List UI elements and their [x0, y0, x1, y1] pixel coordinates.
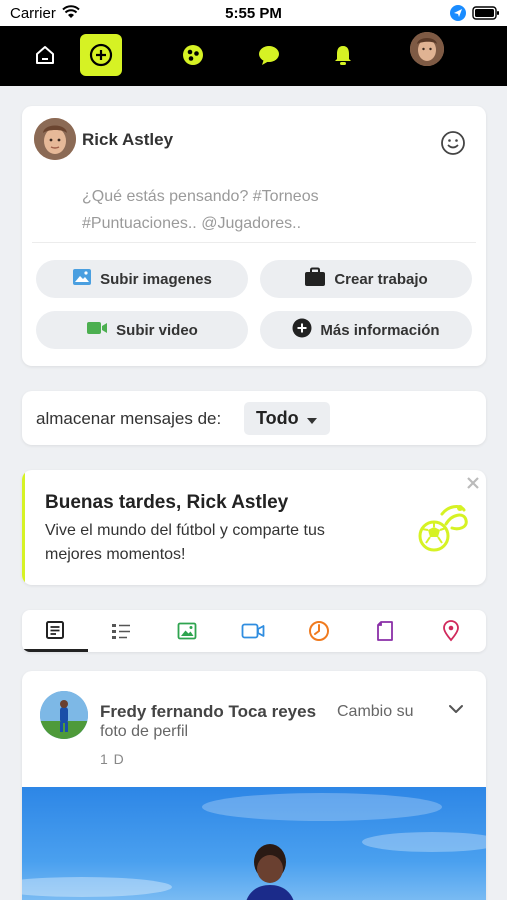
filter-selected-value: Todo — [256, 408, 299, 428]
chat-icon[interactable] — [248, 34, 290, 76]
create-job-button[interactable]: Crear trabajo — [260, 260, 472, 298]
post-action-part1: Cambio su — [337, 703, 414, 720]
filter-dropdown[interactable]: Todo — [244, 402, 330, 435]
more-info-button[interactable]: Más información — [260, 311, 472, 349]
message-filter: almacenar mensajes de: Todo — [22, 391, 486, 445]
post-card: Fredy fernando Toca reyes Cambio su foto… — [22, 671, 486, 900]
close-icon[interactable] — [466, 476, 480, 495]
plus-circle-icon — [292, 318, 312, 342]
battery-icon — [472, 6, 500, 25]
upload-images-label: Subir imagenes — [100, 270, 212, 288]
upload-images-button[interactable]: Subir imagenes — [36, 260, 248, 298]
post-composer: Rick Astley ¿Qué estás pensando? #Torneo… — [22, 106, 486, 366]
greeting-title: Buenas tardes, Rick Astley — [45, 492, 289, 513]
image-icon — [72, 267, 92, 291]
profile-avatar[interactable] — [410, 32, 444, 66]
add-post-icon[interactable] — [80, 34, 122, 76]
status-bar: Carrier 5:55 PM — [0, 0, 507, 26]
video-camera-icon — [86, 320, 108, 340]
image-icon[interactable] — [154, 610, 220, 652]
location-arrow-icon — [450, 5, 466, 26]
composer-placeholder-line1[interactable]: ¿Qué estás pensando? #Torneos — [82, 188, 319, 206]
accent-bar — [22, 470, 25, 585]
location-icon[interactable] — [418, 610, 484, 652]
chevron-down-icon[interactable] — [448, 701, 464, 719]
create-job-label: Crear trabajo — [334, 270, 428, 288]
post-author[interactable]: Fredy fernando Toca reyes — [100, 702, 316, 722]
list-icon[interactable] — [88, 610, 154, 652]
avatar[interactable] — [40, 691, 88, 739]
clock-icon[interactable] — [286, 610, 352, 652]
post-timestamp: 1 D — [100, 751, 125, 767]
caret-down-icon — [306, 408, 317, 429]
football-icon[interactable] — [172, 34, 214, 76]
divider — [32, 242, 476, 243]
upload-video-label: Subir video — [116, 321, 198, 339]
post-photo[interactable] — [22, 787, 486, 900]
video-icon[interactable] — [220, 610, 286, 652]
clock-time: 5:55 PM — [225, 5, 282, 22]
avatar — [34, 118, 76, 160]
greeting-text-line2: mejores momentos! — [45, 546, 186, 563]
composer-user-name: Rick Astley — [82, 130, 174, 149]
home-icon[interactable] — [24, 34, 66, 76]
filter-label: almacenar mensajes de: — [36, 409, 222, 428]
more-info-label: Más información — [320, 321, 440, 339]
greeting-text-line1: Vive el mundo del fútbol y comparte tus — [45, 522, 325, 539]
composer-placeholder-line2[interactable]: #Puntuaciones.. @Jugadores.. — [82, 215, 301, 233]
top-navigation — [0, 26, 507, 86]
bell-icon[interactable] — [322, 34, 364, 76]
document-icon[interactable] — [352, 610, 418, 652]
emoji-icon[interactable] — [440, 130, 466, 161]
greeting-banner: Buenas tardes, Rick Astley Vive el mundo… — [22, 470, 486, 585]
upload-video-button[interactable]: Subir video — [36, 311, 248, 349]
briefcase-icon — [304, 267, 326, 291]
feed-tabs — [22, 610, 486, 652]
football-illustration-icon — [416, 500, 472, 561]
post-action-part2: foto de perfil — [100, 723, 189, 740]
feed-icon[interactable] — [22, 610, 88, 652]
